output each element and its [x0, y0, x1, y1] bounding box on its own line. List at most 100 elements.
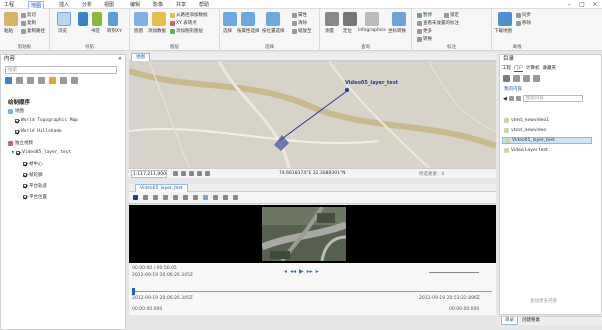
select-by-location-icon[interactable]	[266, 12, 280, 26]
cut-button[interactable]: 剪切	[21, 12, 36, 18]
lock-labels-button[interactable]: 锁定	[444, 12, 459, 18]
add-from-path-button[interactable]: 从路径添加数据	[170, 12, 208, 18]
basemap-button[interactable]: 底图	[134, 28, 143, 34]
video-frame-center-marker[interactable]	[345, 88, 349, 92]
attributes-button[interactable]: 属性	[292, 12, 307, 18]
frame-outline-icon[interactable]	[223, 195, 228, 200]
remove-offline-button[interactable]: 移除	[516, 20, 531, 26]
list-by-source-icon[interactable]	[16, 77, 23, 84]
pan-video-icon[interactable]	[163, 195, 168, 200]
list-by-labeling-icon[interactable]	[60, 77, 67, 84]
video-stop-icon[interactable]	[133, 195, 138, 200]
close-icon[interactable]: ×	[589, 0, 601, 9]
organization-icon[interactable]	[523, 75, 530, 82]
select-by-location-button[interactable]: 按位置选择	[262, 28, 285, 34]
list-by-snapping-icon[interactable]	[49, 77, 56, 84]
explore-button[interactable]: 浏览	[58, 28, 67, 34]
add-graphics-layer-button[interactable]: 添加图形图层	[170, 28, 203, 34]
catalog-search-input[interactable]: 搜索内容	[522, 95, 583, 102]
pause-labels-button[interactable]: 暂停	[417, 12, 432, 18]
list-by-editing-icon[interactable]	[38, 77, 45, 84]
sync-button[interactable]: 同步	[516, 12, 531, 18]
speed-slider[interactable]	[429, 267, 479, 273]
copy-button[interactable]: 复制	[21, 20, 36, 26]
download-map-button[interactable]: 下载地图	[494, 28, 512, 34]
catalog-bottom-tab[interactable]: 目录	[501, 317, 518, 325]
measure-icon[interactable]	[325, 12, 339, 26]
standalone-video-node[interactable]: 独立视频	[8, 140, 33, 146]
coordinate-conversion-button[interactable]: 坐标转换	[388, 28, 406, 34]
next-frame-icon[interactable]: ▸	[316, 268, 319, 275]
layer-visibility-checkbox[interactable]	[23, 173, 27, 177]
zoom-to-selection-button[interactable]: 缩放至	[292, 28, 312, 34]
paste-icon[interactable]	[4, 12, 18, 26]
paste-button[interactable]: 粘贴	[4, 28, 13, 34]
tab-view[interactable]: 视图	[102, 1, 116, 9]
add-marker-icon[interactable]	[143, 195, 148, 200]
select-by-attribute-button[interactable]: 按属性选择	[237, 28, 260, 34]
coordinate-conversion-icon[interactable]	[392, 12, 406, 26]
tab-edit[interactable]: 编辑	[128, 1, 142, 9]
layer-visibility-checkbox[interactable]	[23, 195, 27, 199]
infographics-icon[interactable]	[365, 12, 379, 26]
locate-icon[interactable]	[343, 12, 357, 26]
sensor-footprint-icon[interactable]	[213, 195, 218, 200]
download-map-icon[interactable]	[498, 12, 512, 26]
catalog-item-video-layer-test[interactable]: Video Layer test	[502, 147, 592, 154]
create-features-tab[interactable]: 创建要素	[519, 317, 543, 325]
list-by-drawing-order-icon[interactable]	[5, 77, 12, 84]
layer-visibility-checkbox[interactable]	[23, 162, 27, 166]
zoom-icon[interactable]	[78, 12, 88, 26]
infographics-button[interactable]: Infographics	[358, 28, 386, 33]
previous-extent-icon[interactable]	[189, 171, 194, 176]
full-extent-icon[interactable]	[205, 171, 210, 176]
settings-icon[interactable]	[233, 195, 238, 200]
next-extent-icon[interactable]	[197, 171, 202, 176]
sublayer-platform-track[interactable]: 平台轨迹	[23, 183, 47, 189]
pane-close-icon[interactable]: ×	[118, 56, 122, 62]
tab-imagery[interactable]: 影像	[151, 1, 165, 9]
previous-frame-icon[interactable]: ◂	[284, 268, 287, 275]
locate-button[interactable]: 定位	[343, 28, 352, 34]
find-more-content-link[interactable]: 查找更多内容	[530, 298, 557, 304]
catalog-tab-portal[interactable]: 门户	[514, 65, 523, 72]
layer-world-hillshade[interactable]: World Hillshade	[15, 129, 62, 134]
layer-visibility-checkbox[interactable]	[16, 150, 21, 155]
list-by-charts-icon[interactable]	[71, 77, 78, 84]
catalog-item-video05-layer-test[interactable]: Video05_layer_test	[502, 137, 592, 144]
list-by-selection-icon[interactable]	[27, 77, 34, 84]
layer-visibility-checkbox[interactable]	[23, 184, 27, 188]
select-icon[interactable]	[223, 12, 237, 26]
tab-map[interactable]: 地图	[28, 1, 45, 9]
sublayer-frame-center[interactable]: 帧中心	[23, 161, 43, 167]
copy-path-button[interactable]: 复制路径	[21, 28, 45, 34]
rewind-icon[interactable]: ◂◂	[290, 268, 296, 275]
scale-selector[interactable]: 1:117,211,900	[131, 170, 167, 178]
tab-insert[interactable]: 插入	[57, 1, 71, 9]
video-display[interactable]	[129, 205, 496, 263]
refresh-icon[interactable]	[508, 96, 514, 101]
fixed-zoom-out-icon[interactable]	[181, 171, 186, 176]
measure-button[interactable]: 测量	[325, 28, 334, 34]
expand-icon[interactable]: ▸	[12, 150, 14, 155]
tab-analysis[interactable]: 分析	[80, 1, 94, 9]
fixed-zoom-in-icon[interactable]	[173, 171, 178, 176]
my-content-icon[interactable]	[503, 75, 510, 82]
goto-xy-button[interactable]: 转到XY	[107, 28, 122, 34]
catalog-item-vtest-newvideo1[interactable]: vtest_newvideo1	[502, 117, 592, 124]
play-icon[interactable]: ▶	[299, 268, 304, 275]
more-labeling-button[interactable]: 更多	[417, 28, 432, 34]
layer-visibility-checkbox[interactable]	[15, 118, 19, 123]
catalog-tab-favorites[interactable]: 收藏夹	[543, 65, 557, 72]
catalog-tab-project[interactable]: 工程	[502, 65, 511, 72]
add-data-icon[interactable]	[152, 12, 166, 26]
video-layer-node[interactable]: ▸ Video05_layer_test	[12, 150, 71, 155]
filter-icon[interactable]	[515, 96, 521, 101]
public-icon[interactable]	[533, 75, 540, 82]
clear-button[interactable]: 清除	[292, 20, 307, 26]
sublayer-frame-outline[interactable]: 帧轮廓	[23, 172, 43, 178]
catalog-tab-computer[interactable]: 计算机	[526, 65, 540, 72]
contents-search-input[interactable]: 搜索	[5, 66, 117, 74]
follow-sensor-icon[interactable]	[203, 195, 208, 200]
back-icon[interactable]: ◀	[503, 96, 507, 102]
